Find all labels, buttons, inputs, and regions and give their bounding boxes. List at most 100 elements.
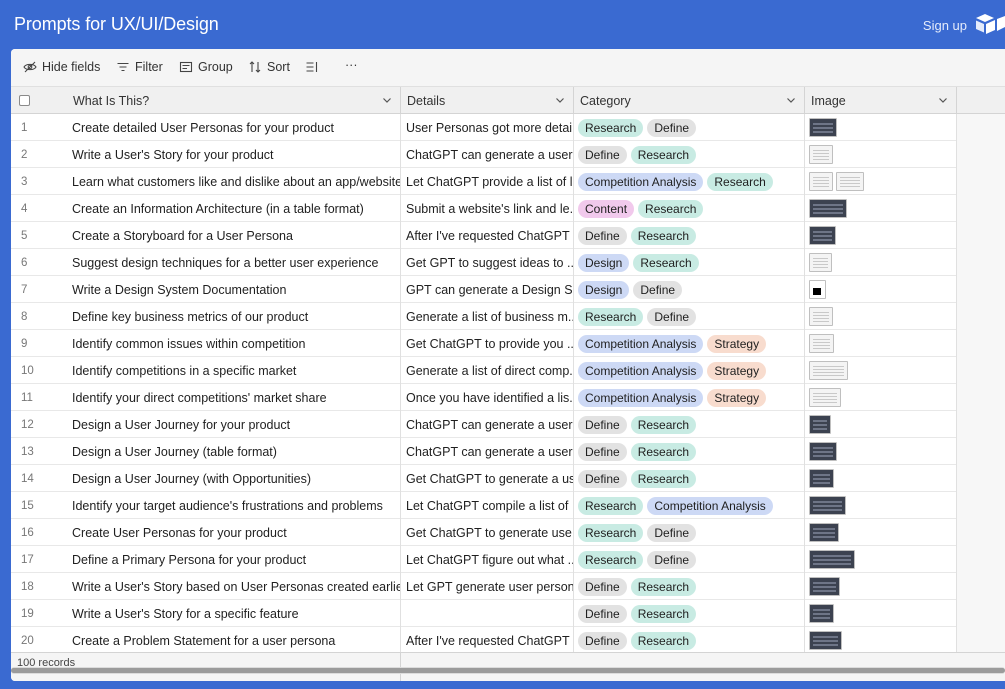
image-thumbnail[interactable] — [809, 145, 833, 164]
category-cell[interactable]: Define Research — [574, 141, 805, 168]
category-cell[interactable]: Define Research — [574, 411, 805, 438]
details-cell[interactable]: Generate a list of direct comp... — [401, 357, 574, 384]
select-all-checkbox[interactable] — [19, 95, 30, 106]
what-cell[interactable]: Write a User's Story for your product — [63, 141, 401, 168]
what-cell[interactable]: Write a Design System Documentation — [63, 276, 401, 303]
details-cell[interactable]: After I've requested ChatGPT ... — [401, 627, 574, 654]
image-thumbnail[interactable] — [809, 631, 842, 650]
table-row[interactable]: 10 Identify competitions in a specific ma… — [11, 357, 1005, 384]
category-cell[interactable]: Competition Analysis Strategy — [574, 384, 805, 411]
image-cell[interactable] — [805, 384, 957, 411]
table-row[interactable]: 9 Identify common issues within competiti… — [11, 330, 1005, 357]
table-row[interactable]: 20 Create a Problem Statement for a user … — [11, 627, 1005, 654]
image-cell[interactable] — [805, 330, 957, 357]
category-cell[interactable]: Research Define — [574, 114, 805, 141]
add-field-header[interactable] — [957, 87, 1005, 114]
image-thumbnail[interactable] — [809, 172, 833, 191]
what-cell[interactable]: Write a User's Story based on User Perso… — [63, 573, 401, 600]
category-cell[interactable]: Competition Analysis Strategy — [574, 330, 805, 357]
image-cell[interactable] — [805, 573, 957, 600]
row-height-button[interactable] — [305, 60, 319, 74]
what-cell[interactable]: Identify your direct competitions' marke… — [63, 384, 401, 411]
what-cell[interactable]: Identify your target audience's frustrat… — [63, 492, 401, 519]
what-cell[interactable]: Define a Primary Persona for your produc… — [63, 546, 401, 573]
category-cell[interactable]: Design Research — [574, 249, 805, 276]
image-cell[interactable] — [805, 492, 957, 519]
column-header-category[interactable]: Category — [574, 87, 805, 114]
table-row[interactable]: 1 Create detailed User Personas for your … — [11, 114, 1005, 141]
category-cell[interactable]: Define Research — [574, 573, 805, 600]
what-cell[interactable]: Design a User Journey (with Opportunitie… — [63, 465, 401, 492]
category-cell[interactable]: Research Define — [574, 303, 805, 330]
image-cell[interactable] — [805, 519, 957, 546]
details-cell[interactable]: Get ChatGPT to generate a us... — [401, 465, 574, 492]
image-cell[interactable] — [805, 465, 957, 492]
chevron-down-icon[interactable] — [786, 95, 796, 105]
horizontal-scrollbar[interactable] — [11, 667, 1005, 674]
image-thumbnail[interactable] — [809, 415, 831, 434]
details-cell[interactable]: ChatGPT can generate a user... — [401, 141, 574, 168]
image-thumbnail[interactable] — [809, 118, 837, 137]
hide-fields-button[interactable]: Hide fields — [23, 60, 100, 74]
image-thumbnail[interactable] — [809, 577, 840, 596]
column-header-details[interactable]: Details — [401, 87, 574, 114]
category-cell[interactable]: Define Research — [574, 600, 805, 627]
details-cell[interactable]: Generate a list of business m... — [401, 303, 574, 330]
image-cell[interactable] — [805, 168, 957, 195]
column-header-what[interactable]: What Is This? — [63, 87, 401, 114]
image-cell[interactable] — [805, 303, 957, 330]
what-cell[interactable]: Create a Storyboard for a User Persona — [63, 222, 401, 249]
sort-button[interactable]: Sort — [248, 60, 290, 74]
details-cell[interactable]: ChatGPT can generate a user... — [401, 438, 574, 465]
image-cell[interactable] — [805, 114, 957, 141]
what-cell[interactable]: Design a User Journey (table format) — [63, 438, 401, 465]
image-thumbnail[interactable] — [836, 172, 864, 191]
image-thumbnail[interactable] — [809, 361, 848, 380]
image-cell[interactable] — [805, 546, 957, 573]
image-cell[interactable] — [805, 276, 957, 303]
image-cell[interactable] — [805, 195, 957, 222]
what-cell[interactable]: Learn what customers like and dislike ab… — [63, 168, 401, 195]
category-cell[interactable]: Design Define — [574, 276, 805, 303]
chevron-down-icon[interactable] — [555, 95, 565, 105]
filter-button[interactable]: Filter — [116, 60, 163, 74]
table-row[interactable]: 13 Design a User Journey (table format) Ch… — [11, 438, 1005, 465]
category-cell[interactable]: Research Define — [574, 546, 805, 573]
table-row[interactable]: 14 Design a User Journey (with Opportunit… — [11, 465, 1005, 492]
table-row[interactable]: 8 Define key business metrics of our prod… — [11, 303, 1005, 330]
what-cell[interactable]: Define key business metrics of our produ… — [63, 303, 401, 330]
category-cell[interactable]: Define Research — [574, 222, 805, 249]
details-cell[interactable] — [401, 600, 574, 627]
image-cell[interactable] — [805, 357, 957, 384]
chevron-down-icon[interactable] — [938, 95, 948, 105]
details-cell[interactable]: User Personas got more detai... — [401, 114, 574, 141]
category-cell[interactable]: Define Research — [574, 465, 805, 492]
image-thumbnail[interactable] — [809, 253, 832, 272]
group-button[interactable]: Group — [179, 60, 233, 74]
scrollbar-thumb[interactable] — [11, 668, 1005, 673]
details-cell[interactable]: Let ChatGPT compile a list of ... — [401, 492, 574, 519]
table-row[interactable]: 6 Suggest design techniques for a better … — [11, 249, 1005, 276]
category-cell[interactable]: Research Define — [574, 519, 805, 546]
what-cell[interactable]: Create User Personas for your product — [63, 519, 401, 546]
category-cell[interactable]: Competition Analysis Strategy — [574, 357, 805, 384]
what-cell[interactable]: Identify competitions in a specific mark… — [63, 357, 401, 384]
what-cell[interactable]: Create an Information Architecture (in a… — [63, 195, 401, 222]
table-row[interactable]: 2 Write a User's Story for your product Ch… — [11, 141, 1005, 168]
what-cell[interactable]: Create detailed User Personas for your p… — [63, 114, 401, 141]
category-cell[interactable]: Research Competition Analysis — [574, 492, 805, 519]
details-cell[interactable]: Let GPT generate user person... — [401, 573, 574, 600]
what-cell[interactable]: Suggest design techniques for a better u… — [63, 249, 401, 276]
details-cell[interactable]: Get ChatGPT to provide you ... — [401, 330, 574, 357]
image-cell[interactable] — [805, 411, 957, 438]
table-row[interactable]: 16 Create User Personas for your product G… — [11, 519, 1005, 546]
image-thumbnail[interactable] — [809, 496, 846, 515]
table-row[interactable]: 3 Learn what customers like and dislike a… — [11, 168, 1005, 195]
image-thumbnail[interactable] — [809, 199, 847, 218]
image-cell[interactable] — [805, 222, 957, 249]
category-cell[interactable]: Define Research — [574, 438, 805, 465]
table-row[interactable]: 18 Write a User's Story based on User Per… — [11, 573, 1005, 600]
image-cell[interactable] — [805, 141, 957, 168]
more-options-button[interactable]: ··· — [345, 58, 358, 72]
table-row[interactable]: 4 Create an Information Architecture (in … — [11, 195, 1005, 222]
